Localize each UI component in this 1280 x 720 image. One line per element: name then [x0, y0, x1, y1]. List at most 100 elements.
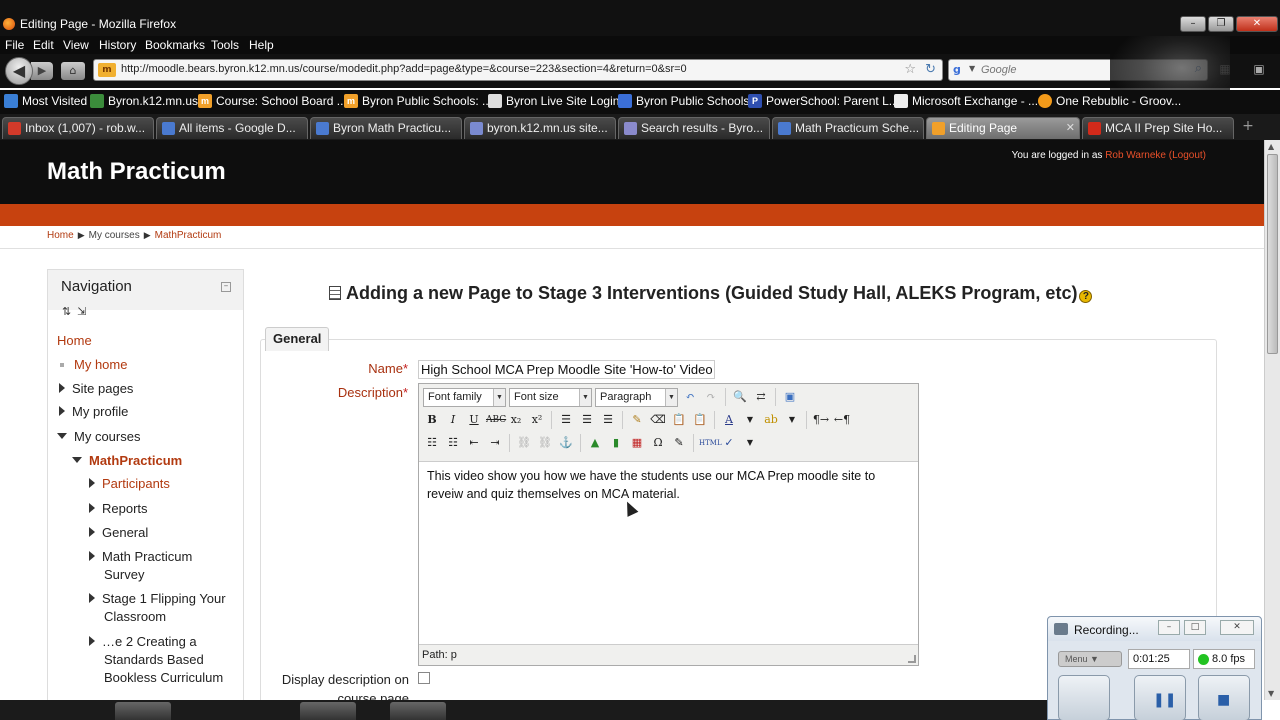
fieldset-legend[interactable]: General [265, 327, 330, 351]
redo-icon[interactable]: ↷ [702, 388, 720, 406]
fullscreen-icon[interactable]: ▣ [781, 388, 799, 406]
recorder-close-button[interactable]: ✕ [1220, 620, 1254, 635]
bookmark-item[interactable]: Most Visited [4, 94, 87, 108]
menu-bookmarks[interactable]: Bookmarks [145, 38, 205, 52]
dock-icon[interactable]: ⇲ [77, 305, 92, 318]
breadcrumb-course[interactable]: MathPracticum [155, 230, 222, 241]
font-family-select[interactable]: Font family ▼ [423, 387, 506, 407]
menu-file[interactable]: File [5, 38, 24, 52]
close-tab-icon[interactable]: ✕ [1066, 121, 1075, 134]
bookmark-item[interactable]: m Course: School Board ... [198, 94, 347, 108]
rtl-icon[interactable]: ←¶ [833, 411, 851, 429]
expand-icon[interactable] [89, 551, 95, 561]
replace-icon[interactable]: ⇄ [752, 388, 770, 406]
menu-help[interactable]: Help [249, 38, 274, 52]
scroll-up-icon[interactable]: ▲ [1268, 142, 1274, 151]
breadcrumb-my-courses[interactable]: My courses [89, 230, 140, 241]
scroll-thumb[interactable] [1267, 154, 1278, 354]
screenshot-icon[interactable]: ▣ [1248, 62, 1270, 80]
page-scrollbar[interactable]: ▲ ▼ [1264, 140, 1280, 700]
bookmark-item[interactable]: One Rebublic - Groov... [1038, 94, 1181, 108]
breadcrumb-home[interactable]: Home [47, 230, 74, 241]
nav-my-home[interactable]: My home [57, 357, 127, 372]
expand-icon[interactable] [89, 503, 95, 513]
bookmark-item[interactable]: m Byron Public Schools: ... [344, 94, 492, 108]
align-left-icon[interactable]: ☰ [557, 411, 575, 429]
expand-icon[interactable] [89, 593, 95, 603]
ltr-icon[interactable]: ¶→ [812, 411, 830, 429]
bullet-list-icon[interactable]: ☷ [423, 434, 441, 452]
format-select[interactable]: Paragraph ▼ [595, 387, 678, 407]
find-icon[interactable]: 🔍 [731, 388, 749, 406]
back-button[interactable]: ◀ [5, 57, 33, 85]
nav-home[interactable]: Home [57, 333, 92, 348]
close-button[interactable]: ✕ [1236, 16, 1278, 32]
nav-stage-1[interactable]: Stage 1 Flipping Your [89, 591, 226, 606]
move-icon[interactable]: ⇅ [62, 305, 77, 318]
collapse-tree-icon[interactable] [72, 457, 82, 463]
browser-tab[interactable]: All items - Google D... [156, 117, 308, 139]
site-title[interactable]: Math Practicum [47, 158, 226, 186]
italic-icon[interactable]: I [444, 411, 462, 429]
nav-math-practicum-survey[interactable]: Math Practicum [89, 549, 192, 564]
spellcheck-icon[interactable]: ✓ [720, 434, 738, 452]
browser-tab[interactable]: Byron Math Practicu... [310, 117, 462, 139]
taskbar-item[interactable] [390, 702, 446, 720]
strikethrough-icon[interactable]: ABC [486, 411, 506, 429]
bookmark-item[interactable]: Byron Public Schools [618, 94, 749, 108]
edit-html-icon[interactable]: ✎ [670, 434, 688, 452]
resize-handle-icon[interactable] [908, 655, 916, 663]
nav-my-profile[interactable]: My profile [59, 404, 128, 419]
nav-label-line2[interactable]: Standards Based [104, 652, 204, 667]
name-input[interactable] [418, 360, 715, 379]
nav-label-line2[interactable]: Classroom [104, 609, 166, 624]
bookmark-item[interactable]: Microsoft Exchange - ... [894, 94, 1038, 108]
home-button[interactable]: ⌂ [61, 62, 85, 80]
nav-reports[interactable]: Reports [89, 501, 148, 516]
undo-icon[interactable]: ↶ [681, 388, 699, 406]
logout-link[interactable]: (Logout) [1169, 150, 1206, 161]
nav-course-mathpracticum[interactable]: MathPracticum [72, 453, 182, 468]
bookmark-item[interactable]: P PowerSchool: Parent L... [748, 94, 899, 108]
special-char-icon[interactable]: Ω [649, 434, 667, 452]
url-bar[interactable]: m http://moodle.bears.byron.k12.mn.us/co… [93, 59, 943, 81]
editor-content-area[interactable]: This video show you how we have the stud… [419, 461, 918, 645]
scroll-down-icon[interactable]: ▼ [1268, 689, 1274, 698]
paste-text-icon[interactable]: 📋 [670, 411, 688, 429]
browser-tab-active[interactable]: Editing Page ✕ [926, 117, 1080, 139]
nav-participants[interactable]: Participants [89, 476, 170, 491]
bookmark-star-icon[interactable]: ☆ [904, 62, 916, 77]
recorder-record-button[interactable] [1058, 675, 1110, 720]
collapse-icon[interactable]: – [221, 282, 231, 292]
align-center-icon[interactable]: ☰ [578, 411, 596, 429]
paste-word-icon[interactable]: 📋 [691, 411, 709, 429]
browser-tab[interactable]: Math Practicum Sche... [772, 117, 924, 139]
minimize-button[interactable]: – [1180, 16, 1206, 32]
bold-icon[interactable]: B [423, 411, 441, 429]
recorder-pause-button[interactable]: ❚❚ [1134, 675, 1186, 720]
menu-history[interactable]: History [99, 38, 136, 52]
nav-stage-2[interactable]: …e 2 Creating a [89, 634, 197, 649]
insert-image-icon[interactable]: ▲ [586, 434, 604, 452]
display-description-checkbox[interactable] [418, 672, 430, 684]
recorder-maximize-button[interactable]: □ [1184, 620, 1206, 635]
align-right-icon[interactable]: ☰ [599, 411, 617, 429]
new-tab-icon[interactable]: + [1236, 118, 1260, 138]
font-size-select[interactable]: Font size ▼ [509, 387, 592, 407]
insert-media-icon[interactable]: ▮ [607, 434, 625, 452]
recorder-minimize-button[interactable]: – [1158, 620, 1180, 635]
link-icon[interactable]: ⛓ [515, 434, 533, 452]
expand-icon[interactable] [89, 527, 95, 537]
browser-tab[interactable]: MCA II Prep Site Ho... [1082, 117, 1234, 139]
menu-edit[interactable]: Edit [33, 38, 54, 52]
insert-table-icon[interactable]: ▦ [628, 434, 646, 452]
taskbar-item[interactable] [300, 702, 356, 720]
url-text[interactable]: http://moodle.bears.byron.k12.mn.us/cour… [121, 63, 687, 75]
chevron-down-icon[interactable]: ▼ [741, 411, 759, 429]
taskbar-item[interactable] [115, 702, 171, 720]
maximize-button[interactable]: ❐ [1208, 16, 1234, 32]
reload-icon[interactable]: ↻ [925, 62, 936, 77]
recorder-menu-button[interactable]: Menu ▼ [1058, 651, 1122, 667]
indent-icon[interactable]: ⇥ [486, 434, 504, 452]
expand-icon[interactable] [59, 406, 65, 416]
